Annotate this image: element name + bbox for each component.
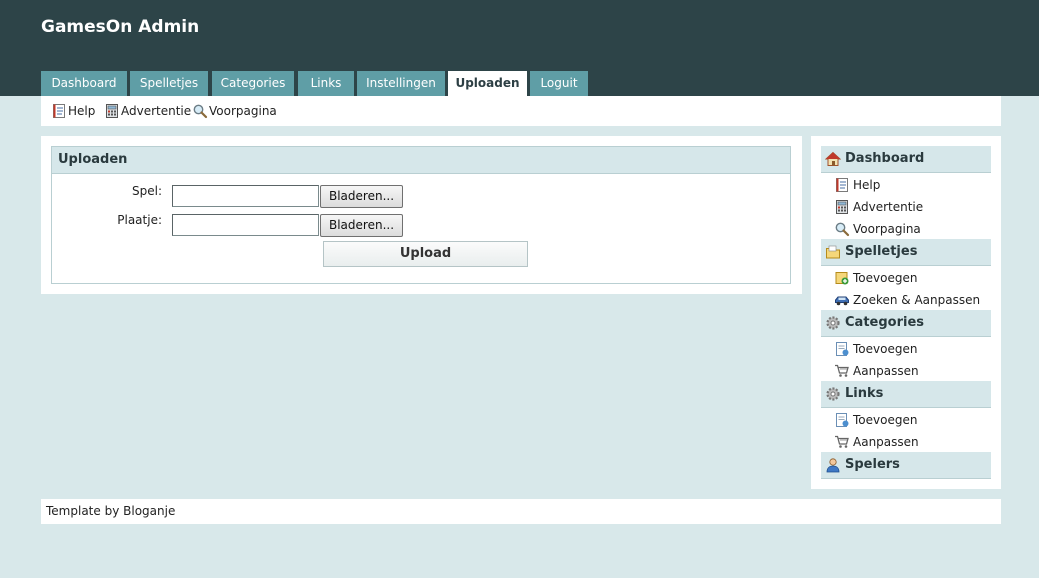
game-file-input[interactable] [172,185,319,207]
sidebar-item-label: Voorpagina [853,222,921,236]
sidebar-section-categories-title: Categories [845,315,925,330]
sidebar-item-label: Help [853,178,881,192]
tab-loguit[interactable]: Loguit [530,71,588,96]
tab-categories[interactable]: Categories [212,71,294,96]
subnav-help-label: Help [68,104,96,118]
game-browse-button[interactable]: Bladeren... [320,185,403,208]
footer-by-text: by [104,504,120,518]
sidebar-item-label: Advertentie [853,200,924,214]
help-doc-icon [834,177,850,193]
sidebar-section-spelers-title: Spelers [845,457,900,472]
subnav-advertentie-label: Advertentie [121,104,192,118]
subnav-voorpagina-label: Voorpagina [209,104,277,118]
calculator-icon [104,103,120,119]
page-add-icon [834,341,850,357]
gear-icon [825,315,841,331]
sidebar-item-spelletjes-toevoegen[interactable]: Toevoegen [834,270,991,286]
upload-button[interactable]: Upload [323,241,528,267]
upload-panel-title: Uploaden [52,147,790,174]
subnav-advertentie-link[interactable]: Advertentie [104,103,192,119]
house-icon [825,151,841,167]
sidebar-section-spelletjes-title: Spelletjes [845,244,918,259]
tab-links[interactable]: Links [298,71,354,96]
sidebar-section-dashboard-title: Dashboard [845,151,925,166]
sidebar-item-categories-toevoegen[interactable]: Toevoegen [834,341,991,357]
user-icon [825,457,841,473]
subnav-voorpagina-link[interactable]: Voorpagina [192,103,282,119]
sidebar-item-label: Toevoegen [853,271,918,285]
sidebar-item-categories-aanpassen[interactable]: Aanpassen [834,363,991,379]
footer-author-link[interactable]: Bloganje [123,504,175,518]
gear-icon [825,386,841,402]
sidebar-item-label: Zoeken & Aanpassen [853,293,981,307]
cart-icon [834,434,850,450]
sidebar-section-spelers[interactable]: Spelers [821,452,991,479]
help-doc-icon [51,103,67,119]
sidebar: Dashboard Help Advertentie Voorpagina Sp… [811,136,1001,489]
sidebar-item-label: Aanpassen [853,435,919,449]
tab-spelletjes[interactable]: Spelletjes [130,71,208,96]
add-folder-icon [834,270,850,286]
tab-uploaden[interactable]: Uploaden [448,71,527,96]
image-file-input[interactable] [172,214,319,236]
subnav-help-link[interactable]: Help [51,103,111,119]
sidebar-section-spelletjes[interactable]: Spelletjes [821,239,991,266]
tab-dashboard[interactable]: Dashboard [41,71,127,96]
sub-navigation: Help Advertentie Voorpagina [41,96,1001,126]
footer-template-link[interactable]: Template [46,504,101,518]
sidebar-item-advertentie[interactable]: Advertentie [834,199,991,215]
cart-icon [834,363,850,379]
game-label: Spel: [132,184,162,198]
magnifier-icon [192,103,208,119]
sidebar-item-voorpagina[interactable]: Voorpagina [834,221,991,237]
footer: Template by Bloganje [41,499,1001,524]
sidebar-item-help[interactable]: Help [834,177,991,193]
sidebar-item-label: Aanpassen [853,364,919,378]
image-browse-button[interactable]: Bladeren... [320,214,403,237]
tab-instellingen[interactable]: Instellingen [357,71,445,96]
sidebar-item-zoeken-aanpassen[interactable]: Zoeken & Aanpassen [834,292,991,308]
sidebar-section-links-title: Links [845,386,884,401]
image-label: Plaatje: [117,213,162,227]
main-content: Uploaden Spel: Bladeren... Plaatje: Blad… [41,136,802,294]
upload-panel: Uploaden Spel: Bladeren... Plaatje: Blad… [51,146,791,284]
sidebar-section-categories[interactable]: Categories [821,310,991,337]
sidebar-item-links-toevoegen[interactable]: Toevoegen [834,412,991,428]
sidebar-item-label: Toevoegen [853,413,918,427]
sidebar-section-links[interactable]: Links [821,381,991,408]
sidebar-item-label: Toevoegen [853,342,918,356]
calculator-icon [834,199,850,215]
sidebar-section-dashboard[interactable]: Dashboard [821,146,991,173]
sidebar-item-links-aanpassen[interactable]: Aanpassen [834,434,991,450]
magnifier-icon [834,221,850,237]
site-title: GamesOn Admin [41,17,200,37]
header-bar: GamesOn Admin Dashboard Spelletjes Categ… [0,0,1039,96]
folder-icon [825,244,841,260]
car-icon [834,292,850,308]
page-add-icon [834,412,850,428]
